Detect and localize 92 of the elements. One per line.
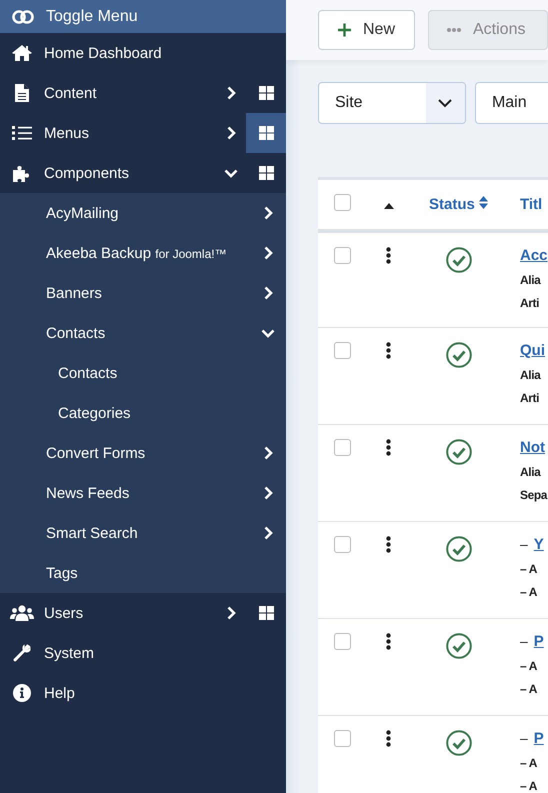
item-detail: Alia — [520, 465, 540, 479]
item-detail: Alia — [520, 368, 540, 382]
chevron-right-icon — [226, 126, 236, 140]
dashboard-button[interactable] — [246, 113, 286, 153]
checkbox[interactable] — [334, 439, 351, 456]
menu-item[interactable]: Help — [44, 684, 286, 702]
item-detail: Arti — [520, 391, 540, 405]
menu-item[interactable]: Users — [44, 604, 216, 622]
menu-item[interactable]: Components — [44, 164, 216, 182]
plus-icon — [338, 23, 351, 37]
checkbox[interactable] — [334, 633, 351, 650]
chevron-right-icon — [264, 446, 272, 460]
dashboard-grid-icon — [258, 126, 274, 140]
item-detail: Alia — [520, 272, 540, 286]
item-title-link[interactable]: Y — [534, 536, 544, 553]
checkbox[interactable] — [334, 246, 351, 264]
item-title-link[interactable]: P — [534, 633, 544, 650]
submenu-item[interactable]: Banners — [46, 284, 253, 302]
item-title-link[interactable]: Qui — [520, 342, 545, 359]
submenu-item[interactable]: Contacts — [58, 364, 286, 382]
more-vertical-icon[interactable] — [386, 439, 391, 456]
wrench-icon — [13, 644, 31, 662]
home-icon — [12, 44, 32, 62]
submenu-item[interactable]: Contacts — [46, 324, 253, 342]
menu-select[interactable]: Main — [474, 82, 548, 124]
menu-item[interactable]: Content — [44, 84, 216, 102]
submenu-item[interactable]: Categories — [58, 404, 286, 422]
more-vertical-icon[interactable] — [386, 246, 391, 264]
chevron-right-icon — [226, 86, 236, 100]
submenu-item[interactable]: News Feeds — [46, 484, 253, 502]
submenu-item[interactable]: AcyMailing — [46, 204, 253, 222]
more-vertical-icon[interactable] — [386, 730, 391, 747]
checkbox[interactable] — [334, 194, 351, 211]
submenu-item[interactable]: Tags — [46, 564, 283, 582]
published-check-icon[interactable] — [446, 536, 472, 562]
chevron-down-icon — [438, 98, 452, 108]
item-detail: – A — [520, 682, 538, 696]
dashboard-grid-icon — [258, 86, 274, 100]
chevron-down-icon — [224, 168, 238, 178]
more-vertical-icon[interactable] — [386, 633, 391, 650]
more-icon — [447, 28, 461, 32]
sort-icon — [479, 196, 488, 209]
chevron-right-icon — [264, 246, 272, 260]
chevron-right-icon — [264, 486, 272, 500]
item-title-link[interactable]: Not — [520, 439, 545, 456]
checkbox[interactable] — [334, 730, 351, 747]
chevron-right-icon — [264, 526, 272, 540]
menu-item[interactable]: Home Dashboard — [44, 44, 286, 62]
puzzle-icon — [12, 164, 32, 182]
item-title-link[interactable]: Acc — [520, 246, 548, 264]
level-dash: – — [520, 730, 528, 746]
published-check-icon[interactable] — [446, 246, 472, 272]
site-select[interactable]: Site — [318, 82, 466, 124]
new-button[interactable]: New — [318, 10, 415, 50]
item-detail: – A — [520, 779, 538, 793]
list-icon — [12, 125, 32, 141]
chevron-right-icon — [264, 286, 272, 300]
level-dash: – — [520, 536, 528, 552]
submenu-item[interactable]: Convert Forms — [46, 444, 253, 462]
item-title-link[interactable]: P — [534, 730, 544, 747]
submenu-item[interactable]: Akeeba Backup for Joomla!™ — [46, 244, 253, 262]
submenu-item[interactable]: Smart Search — [46, 524, 253, 542]
chevron-right-icon — [264, 206, 272, 220]
published-check-icon[interactable] — [446, 633, 472, 659]
chevron-down-icon — [261, 328, 275, 338]
toggle-icon — [12, 10, 34, 24]
published-check-icon[interactable] — [446, 342, 472, 368]
toggle-menu-button[interactable]: Toggle Menu — [46, 8, 138, 26]
more-vertical-icon[interactable] — [386, 536, 391, 553]
item-detail: Sepa — [520, 488, 548, 502]
sort-caret-icon[interactable] — [384, 202, 394, 209]
published-check-icon[interactable] — [446, 730, 472, 756]
users-icon — [10, 605, 34, 621]
item-detail: – A — [520, 756, 538, 770]
document-icon — [15, 84, 29, 102]
info-icon — [13, 684, 31, 702]
checkbox[interactable] — [334, 536, 351, 553]
item-detail: Arti — [520, 296, 540, 310]
dashboard-grid-icon — [258, 606, 274, 620]
item-detail: – A — [520, 659, 538, 673]
menu-item[interactable]: Menus — [44, 124, 216, 142]
more-vertical-icon[interactable] — [386, 342, 391, 359]
checkbox[interactable] — [334, 342, 351, 359]
title-column-header[interactable]: Titl — [520, 196, 542, 213]
chevron-right-icon — [226, 606, 236, 620]
item-detail: – A — [520, 562, 538, 576]
status-column-header[interactable]: Status — [428, 196, 488, 213]
menu-item[interactable]: System — [44, 644, 286, 662]
published-check-icon[interactable] — [446, 439, 472, 465]
dashboard-grid-icon — [258, 166, 274, 180]
level-dash: – — [520, 633, 528, 649]
item-detail: – A — [520, 585, 538, 599]
